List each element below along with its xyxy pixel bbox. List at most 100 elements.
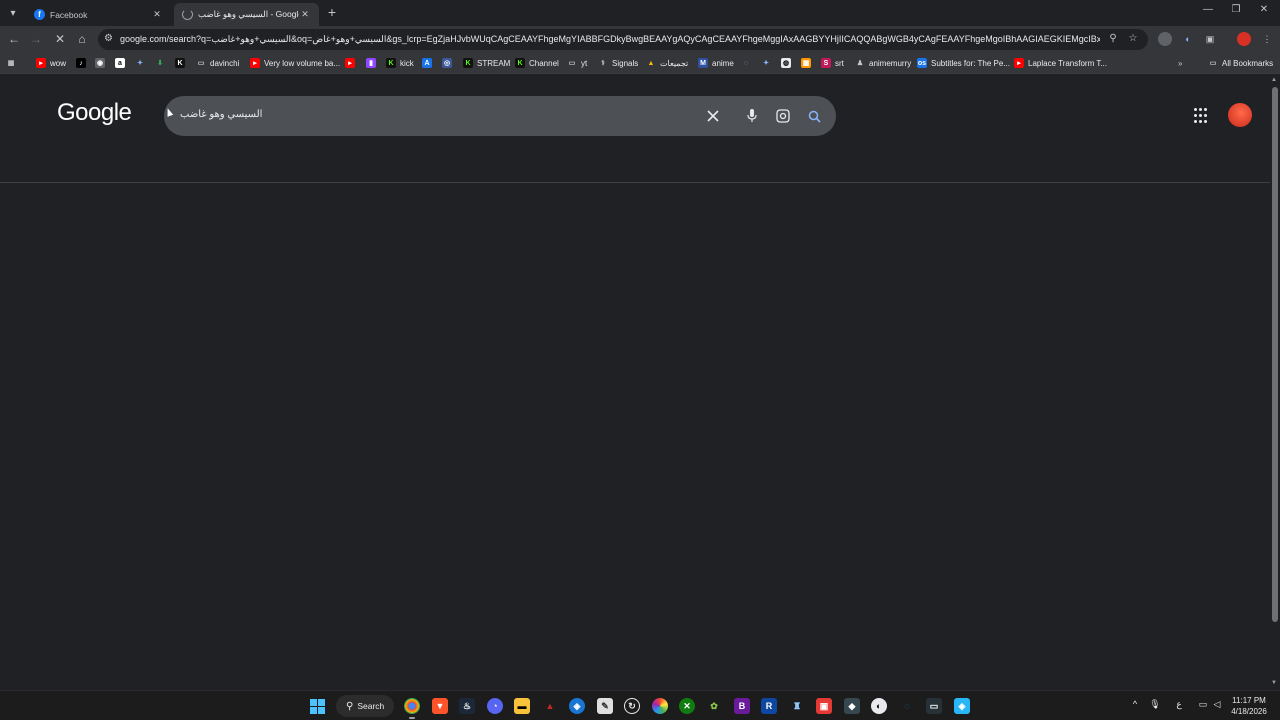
bookmark-subtitles[interactable]: os Subtitles for: The Pe...	[917, 56, 1010, 70]
bookmark-laplace[interactable]: ▸ Laplace Transform T...	[1014, 56, 1107, 70]
tab-facebook[interactable]: f Facebook ✕	[26, 3, 171, 26]
page-scrollbar[interactable]: ▲ ▼	[1270, 75, 1280, 690]
tray-chevron-icon[interactable]: ^	[1128, 699, 1142, 709]
bookmark-item[interactable]: ◌	[741, 56, 751, 70]
scroll-up-arrow-icon[interactable]: ▲	[1271, 77, 1277, 83]
tab-google-search[interactable]: السيسي وهو غاضب - Google Search ✕	[174, 3, 319, 26]
bookmark-folder-yt[interactable]: ▭ yt	[567, 56, 588, 70]
terminal-app-icon[interactable]: ▭	[926, 698, 942, 714]
bookmark-item[interactable]: ▸	[345, 56, 355, 70]
close-window-button[interactable]: ✕	[1254, 4, 1274, 15]
all-bookmarks-folder[interactable]: ▭ All Bookmarks	[1208, 56, 1273, 70]
kick-icon: K	[463, 58, 473, 68]
scroll-thumb[interactable]	[1272, 87, 1278, 622]
extension-icon[interactable]	[1158, 32, 1172, 46]
file-explorer-icon[interactable]: ▬	[514, 698, 530, 714]
microphone-icon[interactable]	[742, 106, 762, 126]
bookmark-collections[interactable]: ▲ تجميعات	[646, 56, 689, 70]
menu-kebab-icon[interactable]: ⋮	[1260, 32, 1274, 46]
search-box[interactable]: السيسي وهو غاضب	[164, 96, 836, 136]
app-icon[interactable]: ▣	[816, 698, 832, 714]
bookmark-star-icon[interactable]: ☆	[1126, 33, 1140, 44]
restore-button[interactable]: ❐	[1226, 4, 1246, 15]
bookmark-stream[interactable]: K STREAM	[463, 56, 510, 70]
microphone-icon[interactable]: 🎙	[1148, 699, 1162, 710]
audio-icon[interactable]: ◖	[1180, 32, 1194, 46]
bookmark-signals[interactable]: ⚕ Signals	[598, 56, 638, 70]
bookmark-item[interactable]: ◎	[442, 56, 452, 70]
bookmark-kick[interactable]: Kkick	[386, 56, 414, 70]
davinci-app-icon[interactable]: ◆	[844, 698, 860, 714]
more-bookmarks-chevron-icon[interactable]: »	[1178, 56, 1182, 70]
profile-avatar-icon[interactable]	[1237, 32, 1251, 46]
bookmark-item[interactable]: ▦	[801, 56, 811, 70]
bookmark-amazon[interactable]: a	[115, 56, 125, 70]
bookmark-animemurry[interactable]: ♟ animemurry	[855, 56, 911, 70]
bookmark-wow[interactable]: ▸ wow	[36, 56, 66, 70]
bookmark-item[interactable]: ◍	[781, 56, 791, 70]
forward-button[interactable]: →	[28, 31, 44, 47]
google-logo[interactable]: Google	[57, 99, 132, 127]
bookmark-item[interactable]: ✦	[135, 56, 145, 70]
youtube-icon: ▸	[345, 58, 355, 68]
stop-button[interactable]: ✕	[52, 31, 68, 47]
bookmark-channel[interactable]: K Channel	[515, 56, 559, 70]
chrome-app-icon[interactable]	[404, 698, 420, 714]
bookmark-item[interactable]: K	[175, 56, 185, 70]
bookmark-item[interactable]: ◉	[95, 56, 105, 70]
brave-app-icon[interactable]: ▼	[432, 698, 448, 714]
tab-title: السيسي وهو غاضب - Google Search	[198, 9, 299, 19]
xbox-app-icon[interactable]: ✕	[679, 698, 695, 714]
notepad-icon[interactable]: ✎	[597, 698, 613, 714]
address-bar[interactable]: ⚙ google.com/search?q=السيسي+وهو+غاضب&oq…	[98, 29, 1148, 50]
back-button[interactable]: ←	[6, 31, 22, 47]
bookmark-item[interactable]: ⬇	[155, 56, 165, 70]
bookmark-anime[interactable]: Manime	[698, 56, 734, 70]
app-icon[interactable]: ◐	[871, 698, 887, 714]
url-text[interactable]: google.com/search?q=السيسي+وهو+غاضب&oq=ا…	[120, 34, 1100, 45]
site-info-icon[interactable]: ⚙	[104, 33, 113, 44]
close-icon[interactable]: ✕	[299, 9, 311, 20]
home-button[interactable]: ⌂	[74, 31, 90, 47]
app-icon[interactable]: ↻	[624, 698, 640, 714]
bookmark-srt[interactable]: Ssrt	[821, 56, 844, 70]
bookmark-folder-davinchi[interactable]: ▭ davinchi	[196, 56, 240, 70]
app-icon[interactable]: B	[734, 698, 750, 714]
discord-app-icon[interactable]: ◔	[487, 698, 503, 714]
app-icon[interactable]: ✿	[706, 698, 722, 714]
system-clock[interactable]: 11:17 PM 4/18/2026	[1226, 695, 1272, 717]
language-indicator[interactable]: ع	[1172, 699, 1186, 710]
search-icon[interactable]	[804, 106, 824, 126]
tab-search-button[interactable]: ▾	[4, 4, 22, 22]
scroll-down-arrow-icon[interactable]: ▼	[1271, 680, 1277, 686]
bookmark-tiktok[interactable]: ♪	[76, 56, 86, 70]
extensions-puzzle-icon[interactable]: ▣	[1203, 32, 1217, 46]
volume-icon[interactable]: ◁	[1210, 699, 1224, 710]
app-icon[interactable]: ♜	[789, 698, 805, 714]
header-divider	[0, 182, 1270, 183]
account-avatar[interactable]	[1228, 103, 1252, 127]
new-tab-button[interactable]: +	[323, 4, 341, 20]
app-icon[interactable]: ◈	[569, 698, 585, 714]
bookmark-very-low-volume[interactable]: ▸ Very low volume ba...	[250, 56, 340, 70]
edge-app-icon[interactable]: ◌	[899, 698, 915, 714]
taskbar-search[interactable]: ⚲ Search	[336, 695, 394, 717]
apps-grid-icon[interactable]: ▦	[6, 56, 20, 70]
lens-camera-icon[interactable]	[773, 106, 793, 126]
app-icon[interactable]: R	[761, 698, 777, 714]
app-icon[interactable]: ◈	[954, 698, 970, 714]
minimize-button[interactable]: —	[1198, 4, 1218, 15]
color-app-icon[interactable]	[652, 698, 668, 714]
bookmark-item[interactable]: ✦	[761, 56, 771, 70]
start-button[interactable]	[309, 698, 325, 714]
search-input[interactable]: السيسي وهو غاضب	[180, 109, 262, 120]
clear-icon[interactable]	[703, 106, 723, 126]
app-icon[interactable]: ▲	[542, 698, 558, 714]
bookmark-item[interactable]: ▮	[366, 56, 376, 70]
zoom-icon[interactable]: ⚲	[1106, 33, 1120, 44]
steam-app-icon[interactable]: ♨	[459, 698, 475, 714]
network-icon[interactable]: ▭	[1196, 699, 1210, 710]
close-icon[interactable]: ✕	[151, 9, 163, 20]
google-apps-icon[interactable]	[1194, 108, 1210, 124]
bookmark-item[interactable]: A	[422, 56, 432, 70]
